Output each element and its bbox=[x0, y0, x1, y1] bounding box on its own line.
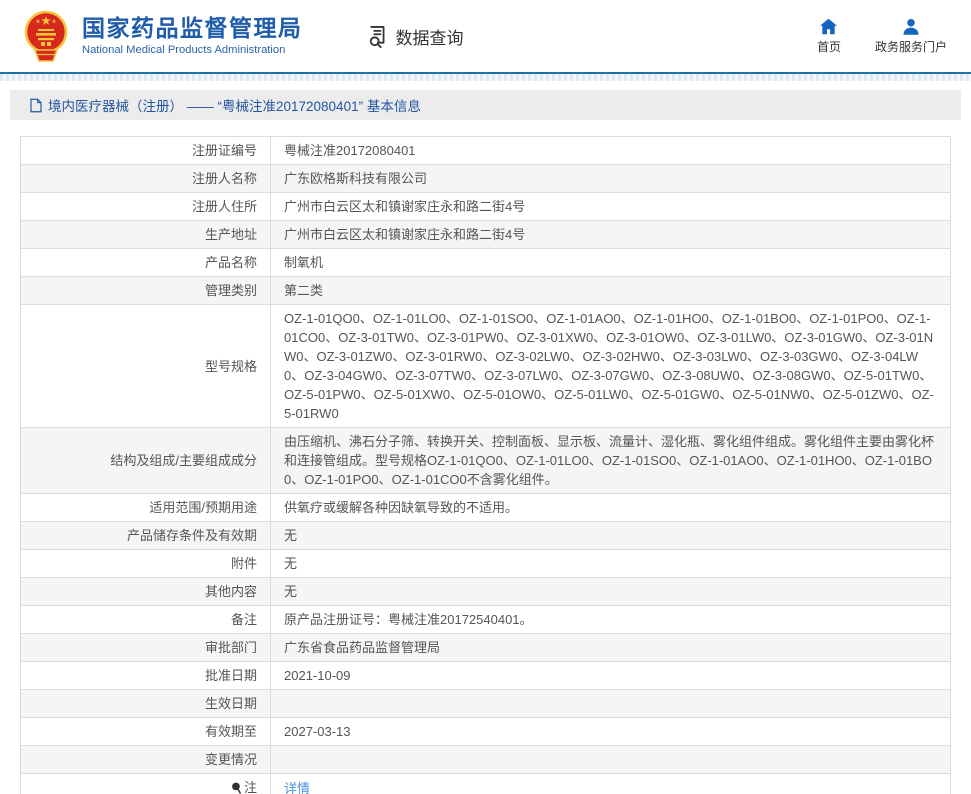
table-row: 注册人名称广东欧格斯科技有限公司 bbox=[21, 165, 951, 193]
row-label: 批准日期 bbox=[21, 662, 271, 690]
row-value: 无 bbox=[271, 578, 951, 606]
row-value bbox=[271, 746, 951, 774]
row-value: 原产品注册证号：粤械注准20172540401。 bbox=[271, 606, 951, 634]
table-row: 附件无 bbox=[21, 550, 951, 578]
document-icon bbox=[29, 98, 43, 113]
table-row: 注详情 bbox=[21, 774, 951, 794]
table-row: 适用范围/预期用途供氧疗或缓解各种因缺氧导致的不适用。 bbox=[21, 494, 951, 522]
row-label: 适用范围/预期用途 bbox=[21, 494, 271, 522]
row-label: 生效日期 bbox=[21, 690, 271, 718]
row-label: 型号规格 bbox=[21, 305, 271, 428]
row-label: 注 bbox=[21, 774, 271, 794]
table-row: 审批部门广东省食品药品监督管理局 bbox=[21, 634, 951, 662]
table-row: 批准日期2021-10-09 bbox=[21, 662, 951, 690]
breadcrumb-text: 境内医疗器械（注册） —— “粤械注准20172080401” 基本信息 bbox=[48, 95, 421, 115]
info-table: 注册证编号粤械注准20172080401注册人名称广东欧格斯科技有限公司注册人住… bbox=[20, 136, 951, 794]
row-label: 生产地址 bbox=[21, 221, 271, 249]
table-row: 结构及组成/主要组成成分由压缩机、沸石分子筛、转换开关、控制面板、显示板、流量计… bbox=[21, 428, 951, 494]
table-row: 产品名称制氧机 bbox=[21, 249, 951, 277]
row-value: 2027-03-13 bbox=[271, 718, 951, 746]
content-panel: 境内医疗器械（注册） —— “粤械注准20172080401” 基本信息 注册证… bbox=[0, 81, 971, 794]
table-row: 变更情况 bbox=[21, 746, 951, 774]
row-label: 有效期至 bbox=[21, 718, 271, 746]
table-wrap: 注册证编号粤械注准20172080401注册人名称广东欧格斯科技有限公司注册人住… bbox=[20, 136, 951, 794]
nav-portal[interactable]: 政务服务门户 bbox=[875, 18, 947, 55]
table-row: 产品储存条件及有效期无 bbox=[21, 522, 951, 550]
breadcrumb: 境内医疗器械（注册） —— “粤械注准20172080401” 基本信息 bbox=[10, 90, 961, 120]
nav-data-query[interactable]: 数据查询 bbox=[365, 23, 464, 50]
header-strip bbox=[0, 74, 971, 81]
note-icon bbox=[231, 780, 242, 794]
row-value: 粤械注准20172080401 bbox=[271, 137, 951, 165]
table-row: 注册证编号粤械注准20172080401 bbox=[21, 137, 951, 165]
data-query-icon bbox=[365, 23, 392, 50]
row-value: 无 bbox=[271, 522, 951, 550]
user-icon bbox=[902, 18, 920, 35]
row-label: 注册人名称 bbox=[21, 165, 271, 193]
row-value: 广州市白云区太和镇谢家庄永和路二街4号 bbox=[271, 221, 951, 249]
row-value: 广东欧格斯科技有限公司 bbox=[271, 165, 951, 193]
row-value: OZ-1-01QO0、OZ-1-01LO0、OZ-1-01SO0、OZ-1-01… bbox=[271, 305, 951, 428]
row-value: 广东省食品药品监督管理局 bbox=[271, 634, 951, 662]
table-row: 生产地址广州市白云区太和镇谢家庄永和路二街4号 bbox=[21, 221, 951, 249]
row-value: 无 bbox=[271, 550, 951, 578]
row-label: 附件 bbox=[21, 550, 271, 578]
row-value: 广州市白云区太和镇谢家庄永和路二街4号 bbox=[271, 193, 951, 221]
home-icon bbox=[819, 18, 838, 35]
nav-home[interactable]: 首页 bbox=[817, 18, 841, 55]
table-body: 注册证编号粤械注准20172080401注册人名称广东欧格斯科技有限公司注册人住… bbox=[21, 137, 951, 794]
row-label: 变更情况 bbox=[21, 746, 271, 774]
table-row: 管理类别第二类 bbox=[21, 277, 951, 305]
table-row: 生效日期 bbox=[21, 690, 951, 718]
site-header: 国家药品监督管理局 National Medical Products Admi… bbox=[0, 0, 971, 72]
row-label: 产品名称 bbox=[21, 249, 271, 277]
row-label: 产品储存条件及有效期 bbox=[21, 522, 271, 550]
row-value: 第二类 bbox=[271, 277, 951, 305]
row-label: 备注 bbox=[21, 606, 271, 634]
site-subtitle: National Medical Products Administration bbox=[82, 44, 303, 57]
row-value: 制氧机 bbox=[271, 249, 951, 277]
row-label: 注册人住所 bbox=[21, 193, 271, 221]
page: 国家药品监督管理局 National Medical Products Admi… bbox=[0, 0, 971, 794]
table-row: 其他内容无 bbox=[21, 578, 951, 606]
table-row: 型号规格OZ-1-01QO0、OZ-1-01LO0、OZ-1-01SO0、OZ-… bbox=[21, 305, 951, 428]
row-value: 详情 bbox=[271, 774, 951, 794]
brand[interactable]: 国家药品监督管理局 National Medical Products Admi… bbox=[20, 9, 303, 63]
national-emblem-icon bbox=[20, 9, 72, 63]
row-label: 其他内容 bbox=[21, 578, 271, 606]
site-title: 国家药品监督管理局 bbox=[82, 15, 303, 41]
table-row: 备注原产品注册证号：粤械注准20172540401。 bbox=[21, 606, 951, 634]
row-label: 管理类别 bbox=[21, 277, 271, 305]
table-row: 注册人住所广州市白云区太和镇谢家庄永和路二街4号 bbox=[21, 193, 951, 221]
nav-data-query-label: 数据查询 bbox=[396, 24, 464, 49]
row-value bbox=[271, 690, 951, 718]
row-label: 注册证编号 bbox=[21, 137, 271, 165]
nav-portal-label: 政务服务门户 bbox=[875, 38, 947, 55]
detail-link[interactable]: 详情 bbox=[284, 781, 310, 794]
row-value: 由压缩机、沸石分子筛、转换开关、控制面板、显示板、流量计、湿化瓶、雾化组件组成。… bbox=[271, 428, 951, 494]
table-row: 有效期至2027-03-13 bbox=[21, 718, 951, 746]
row-label: 审批部门 bbox=[21, 634, 271, 662]
row-value: 供氧疗或缓解各种因缺氧导致的不适用。 bbox=[271, 494, 951, 522]
row-value: 2021-10-09 bbox=[271, 662, 951, 690]
row-label: 结构及组成/主要组成成分 bbox=[21, 428, 271, 494]
nav-home-label: 首页 bbox=[817, 38, 841, 55]
